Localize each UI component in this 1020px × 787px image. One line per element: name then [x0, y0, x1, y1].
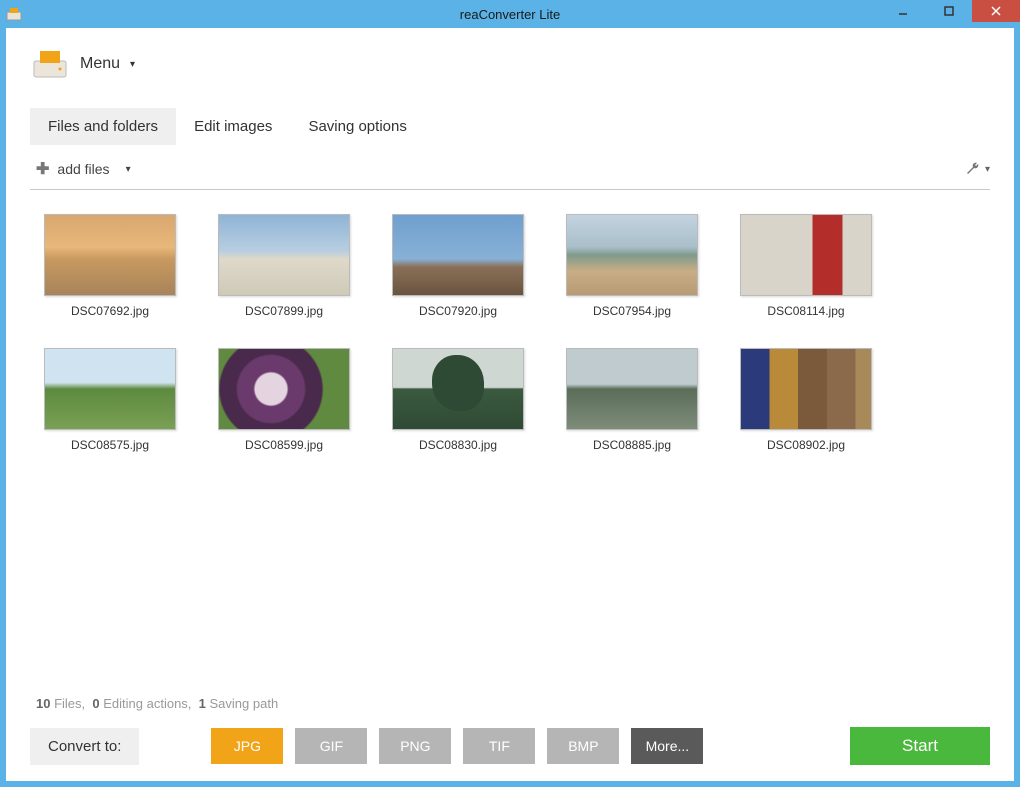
format-button-more[interactable]: More... [631, 728, 703, 764]
thumbnail-image [392, 348, 524, 430]
start-button[interactable]: Start [850, 727, 990, 765]
tab-files-and-folders[interactable]: Files and folders [30, 108, 176, 145]
files-count: 10 [36, 696, 50, 711]
file-item[interactable]: DSC07899.jpg [210, 214, 358, 318]
format-button-tif[interactable]: TIF [463, 728, 535, 764]
window-title: reaConverter Lite [460, 7, 560, 22]
wrench-icon [965, 161, 981, 177]
file-name: DSC07899.jpg [245, 304, 323, 318]
minimize-button[interactable] [880, 0, 926, 22]
file-item[interactable]: DSC08599.jpg [210, 348, 358, 452]
bottom-bar: Convert to: JPG GIF PNG TIF BMP More... Start [30, 727, 990, 765]
file-item[interactable]: DSC08114.jpg [732, 214, 880, 318]
titlebar: reaConverter Lite [0, 0, 1020, 28]
edit-count: 0 [92, 696, 99, 711]
tab-saving-options[interactable]: Saving options [290, 108, 424, 145]
printer-icon [30, 47, 70, 81]
convert-to-label: Convert to: [30, 728, 139, 765]
menu-label: Menu [80, 55, 120, 73]
edit-label: Editing actions, [103, 696, 191, 711]
thumbnail-image [218, 348, 350, 430]
file-name: DSC07692.jpg [71, 304, 149, 318]
file-name: DSC08902.jpg [767, 438, 845, 452]
format-button-jpg[interactable]: JPG [211, 728, 283, 764]
file-item[interactable]: DSC08575.jpg [36, 348, 184, 452]
status-bar: 10 Files, 0 Editing actions, 1 Saving pa… [30, 690, 990, 727]
files-label: Files, [54, 696, 85, 711]
format-buttons: JPG GIF PNG TIF BMP More... [211, 728, 703, 764]
tabs: Files and foldersEdit imagesSaving optio… [30, 108, 990, 145]
settings-button[interactable]: ▾ [965, 161, 990, 177]
file-grid: DSC07692.jpg DSC07899.jpg DSC07920.jpg DSC0… [30, 190, 990, 690]
thumbnail-image [740, 214, 872, 296]
add-files-button[interactable]: ✚ add files ▾ [30, 155, 137, 183]
chevron-down-icon: ▾ [985, 164, 990, 175]
file-item[interactable]: DSC08885.jpg [558, 348, 706, 452]
thumbnail-image [44, 348, 176, 430]
format-button-png[interactable]: PNG [379, 728, 451, 764]
file-name: DSC08599.jpg [245, 438, 323, 452]
app-icon [6, 6, 22, 22]
save-label: Saving path [210, 696, 279, 711]
close-button[interactable] [972, 0, 1020, 22]
thumbnail-image [44, 214, 176, 296]
chevron-down-icon: ▾ [130, 59, 135, 70]
toolbar: ✚ add files ▾ ▾ [30, 151, 990, 190]
save-count: 1 [199, 696, 206, 711]
menu-button[interactable]: Menu ▾ [30, 42, 990, 86]
file-item[interactable]: DSC08902.jpg [732, 348, 880, 452]
thumbnail-image [566, 348, 698, 430]
file-name: DSC07954.jpg [593, 304, 671, 318]
file-item[interactable]: DSC08830.jpg [384, 348, 532, 452]
plus-icon: ✚ [36, 159, 49, 179]
format-button-bmp[interactable]: BMP [547, 728, 619, 764]
tab-edit-images[interactable]: Edit images [176, 108, 290, 145]
thumbnail-image [392, 214, 524, 296]
file-name: DSC08830.jpg [419, 438, 497, 452]
format-button-gif[interactable]: GIF [295, 728, 367, 764]
file-item[interactable]: DSC07954.jpg [558, 214, 706, 318]
thumbnail-image [740, 348, 872, 430]
file-name: DSC07920.jpg [419, 304, 497, 318]
window-controls [880, 0, 1020, 22]
chevron-down-icon: ▾ [126, 164, 131, 175]
add-files-label: add files [57, 161, 109, 177]
thumbnail-image [218, 214, 350, 296]
thumbnail-image [566, 214, 698, 296]
file-item[interactable]: DSC07692.jpg [36, 214, 184, 318]
maximize-button[interactable] [926, 0, 972, 22]
file-name: DSC08885.jpg [593, 438, 671, 452]
file-name: DSC08575.jpg [71, 438, 149, 452]
app-body: Menu ▾ Files and foldersEdit imagesSavin… [6, 28, 1014, 781]
file-item[interactable]: DSC07920.jpg [384, 214, 532, 318]
file-name: DSC08114.jpg [767, 304, 844, 318]
